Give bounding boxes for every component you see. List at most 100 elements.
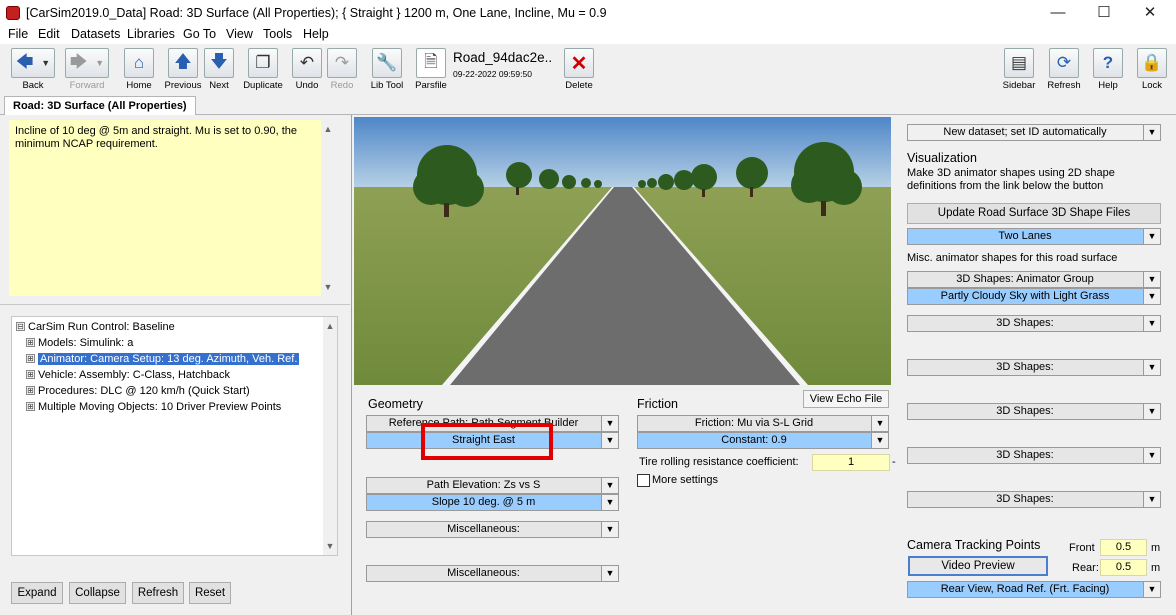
redo-icon: ↷ <box>327 48 357 78</box>
expand-icon[interactable]: ⊞ <box>26 402 35 411</box>
next-button[interactable]: 🡇 Next <box>204 48 234 91</box>
menu-file[interactable]: File <box>8 27 28 41</box>
tree-item[interactable]: ⊞ Multiple Moving Objects: 10 Driver Prev… <box>26 399 281 414</box>
camera-tracking-heading: Camera Tracking Points <box>907 538 1041 552</box>
3d-shapes-dropdown-2[interactable]: 3D Shapes: ▼ <box>907 359 1161 376</box>
run-control-tree[interactable]: ⊟ CarSim Run Control: Baseline ⊞ Models: S… <box>11 316 338 556</box>
collapse-button[interactable]: Collapse <box>69 582 126 604</box>
update-road-surface-button[interactable]: Update Road Surface 3D Shape Files <box>907 203 1161 224</box>
chevron-down-icon: ▼ <box>1143 448 1160 463</box>
chevron-down-icon: ▼ <box>1143 404 1160 419</box>
app-icon <box>6 6 20 20</box>
chevron-down-icon: ▼ <box>601 566 618 581</box>
undo-icon: ↶ <box>292 48 322 78</box>
chevron-down-icon: ▼ <box>1143 316 1160 331</box>
previous-button[interactable]: 🡅 Previous <box>164 48 202 91</box>
scroll-up-icon[interactable]: ▲ <box>323 319 337 333</box>
tree-item[interactable]: ⊞ Vehicle: Assembly: C-Class, Hatchback <box>26 367 230 382</box>
friction-value-dropdown[interactable]: Constant: 0.9 ▼ <box>637 432 889 449</box>
help-button[interactable]: ? Help <box>1091 48 1125 91</box>
scroll-down-icon[interactable]: ▼ <box>323 539 337 553</box>
parsfile-button[interactable]: 🗎 Parsfile <box>413 48 449 91</box>
scroll-up-icon[interactable]: ▲ <box>321 122 335 136</box>
chevron-down-icon: ▼ <box>1143 360 1160 375</box>
rear-input[interactable]: 0.5 <box>1100 559 1147 576</box>
animator-group-dropdown[interactable]: 3D Shapes: Animator Group ▼ <box>907 271 1161 288</box>
back-button[interactable]: 🡄 ▼ Back <box>10 48 56 91</box>
3d-shapes-dropdown-3[interactable]: 3D Shapes: ▼ <box>907 403 1161 420</box>
delete-button[interactable]: ✕ Delete <box>562 48 596 91</box>
3d-shapes-dropdown-4[interactable]: 3D Shapes: ▼ <box>907 447 1161 464</box>
duplicate-button[interactable]: ❐ Duplicate <box>240 48 286 91</box>
tree-item[interactable]: ⊞ Procedures: DLC @ 120 km/h (Quick Start… <box>26 383 250 398</box>
3d-shapes-dropdown-5[interactable]: 3D Shapes: ▼ <box>907 491 1161 508</box>
scroll-down-icon[interactable]: ▼ <box>321 280 335 294</box>
front-input[interactable]: 0.5 <box>1100 539 1147 556</box>
forward-arrow-icon: 🡆 ▼ <box>65 48 109 78</box>
chevron-down-icon: ▼ <box>1143 492 1160 507</box>
sidebar-button[interactable]: ▤ Sidebar <box>1000 48 1038 91</box>
tire-rolling-resistance-label: Tire rolling resistance coefficient: <box>639 456 799 468</box>
tree-item-selected[interactable]: ⊞ Animator: Camera Setup: 13 deg. Azimuth… <box>26 351 300 366</box>
home-icon: ⌂ <box>124 48 154 78</box>
notes-scrollbar[interactable]: ▲ ▼ <box>321 120 335 296</box>
refresh-button[interactable]: ⟳ Refresh <box>1046 48 1082 91</box>
notes-textarea[interactable]: Incline of 10 deg @ 5m and straight. Mu … <box>9 120 321 296</box>
menu-help[interactable]: Help <box>303 27 329 41</box>
maximize-button[interactable]: ☐ <box>1081 0 1127 26</box>
wrench-icon: 🔧 <box>372 48 402 78</box>
sky-dropdown[interactable]: Partly Cloudy Sky with Light Grass ▼ <box>907 288 1161 305</box>
miscellaneous-dropdown-2[interactable]: Miscellaneous: ▼ <box>366 565 619 582</box>
path-elevation-value-dropdown[interactable]: Slope 10 deg. @ 5 m ▼ <box>366 494 619 511</box>
reset-button[interactable]: Reset <box>189 582 231 604</box>
tree-item-label: Procedures: DLC @ 120 km/h (Quick Start) <box>38 384 250 397</box>
video-preview-button[interactable]: Video Preview <box>908 556 1048 576</box>
menu-edit[interactable]: Edit <box>38 27 60 41</box>
view-echo-file-button[interactable]: View Echo File <box>803 390 889 408</box>
forward-button[interactable]: 🡆 ▼ Forward <box>64 48 110 91</box>
home-button[interactable]: ⌂ Home <box>122 48 156 91</box>
tab-road-3d-surface[interactable]: Road: 3D Surface (All Properties) <box>4 96 196 115</box>
lock-icon: 🔒 <box>1137 48 1167 78</box>
tire-rolling-resistance-input[interactable]: 1 <box>812 454 890 471</box>
close-button[interactable]: ✕ <box>1127 0 1173 26</box>
friction-dropdown[interactable]: Friction: Mu via S-L Grid ▼ <box>637 415 889 432</box>
lib-tool-button[interactable]: 🔧 Lib Tool <box>367 48 407 91</box>
path-elevation-dropdown[interactable]: Path Elevation: Zs vs S ▼ <box>366 477 619 494</box>
toolbar: 🡄 ▼ Back 🡆 ▼ Forward ⌂ Home 🡅 Previous 🡇 N… <box>0 44 1176 96</box>
road-scene-image <box>354 117 891 385</box>
chevron-down-icon: ▼ <box>601 433 618 448</box>
expand-icon[interactable]: ⊞ <box>26 370 35 379</box>
camera-view-dropdown[interactable]: Rear View, Road Ref. (Frt. Facing) ▼ <box>907 581 1161 598</box>
menu-view[interactable]: View <box>226 27 253 41</box>
tree-item-label: Models: Simulink: a <box>38 336 134 349</box>
expand-button[interactable]: Expand <box>11 582 63 604</box>
expand-icon[interactable]: ⊞ <box>26 386 35 395</box>
tree-refresh-button[interactable]: Refresh <box>132 582 184 604</box>
menu-libraries[interactable]: Libraries <box>127 27 175 41</box>
tree-item[interactable]: ⊞ Models: Simulink: a <box>26 335 133 350</box>
dropdown-label: Partly Cloudy Sky with Light Grass <box>940 290 1110 302</box>
menu-datasets[interactable]: Datasets <box>71 27 120 41</box>
more-settings-label: More settings <box>652 474 719 486</box>
two-lanes-dropdown[interactable]: Two Lanes ▼ <box>907 228 1161 245</box>
divider <box>0 304 350 305</box>
redo-button[interactable]: ↷ Redo <box>327 48 357 91</box>
dropdown-label: New dataset; set ID automatically <box>943 126 1107 138</box>
more-settings-checkbox[interactable] <box>637 474 650 487</box>
minimize-button[interactable]: — <box>1035 0 1081 26</box>
expand-icon[interactable]: ⊞ <box>26 354 35 363</box>
expand-icon[interactable]: ⊞ <box>26 338 35 347</box>
dataset-name: Road_94dac2e.. <box>453 50 553 65</box>
dropdown-label: 3D Shapes: <box>996 361 1054 373</box>
collapse-icon[interactable]: ⊟ <box>16 322 25 331</box>
3d-shapes-dropdown-1[interactable]: 3D Shapes: ▼ <box>907 315 1161 332</box>
miscellaneous-dropdown-1[interactable]: Miscellaneous: ▼ <box>366 521 619 538</box>
lock-button[interactable]: 🔒 Lock <box>1135 48 1169 91</box>
tree-item[interactable]: ⊟ CarSim Run Control: Baseline <box>16 319 175 334</box>
undo-button[interactable]: ↶ Undo <box>291 48 323 91</box>
new-dataset-dropdown[interactable]: New dataset; set ID automatically ▼ <box>907 124 1161 141</box>
menu-tools[interactable]: Tools <box>263 27 292 41</box>
tree-scrollbar[interactable]: ▲ ▼ <box>323 317 337 555</box>
menu-go-to[interactable]: Go To <box>183 27 216 41</box>
